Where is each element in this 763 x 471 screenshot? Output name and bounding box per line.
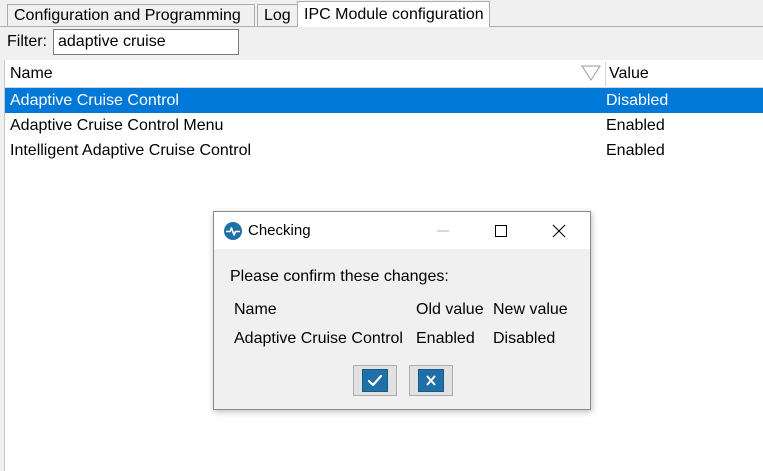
column-header-name[interactable]: Name [10,60,53,87]
confirm-button-face [362,369,388,392]
cancel-button-face [418,369,444,392]
minimize-icon [437,230,449,232]
changes-header-new: New value [493,301,568,318]
change-name: Adaptive Cruise Control [234,330,403,347]
cell-value: Enabled [606,117,665,134]
dialog-titlebar[interactable]: Checking [214,212,590,249]
changes-header-name: Name [234,301,277,318]
tab-bar: Configuration and Programming Log IPC Mo… [0,0,763,27]
cell-value: Enabled [606,142,665,159]
maximize-icon [495,225,507,237]
table-row[interactable]: Adaptive Cruise Control Menu Enabled [5,113,763,138]
close-icon [552,224,566,238]
changes-header-old: Old value [416,301,484,318]
tab-log[interactable]: Log [257,4,298,26]
cancel-button[interactable] [409,365,453,396]
tab-label: IPC Module configuration [304,6,484,23]
tab-label: Log [264,7,291,24]
cell-name: Adaptive Cruise Control [10,92,179,109]
filter-input[interactable] [53,29,239,55]
tab-ipc-module-configuration[interactable]: IPC Module configuration [297,1,490,27]
change-new-value: Disabled [493,330,556,347]
dialog-message: Please confirm these changes: [230,268,449,285]
close-button[interactable] [536,212,582,249]
table-row[interactable]: Intelligent Adaptive Cruise Control Enab… [5,138,763,163]
cell-name: Adaptive Cruise Control Menu [10,117,224,134]
pulse-icon [224,222,242,240]
table-header: Name Value [5,60,763,88]
dialog-title: Checking [248,222,311,239]
tab-label: Configuration and Programming [14,7,241,24]
change-old-value: Enabled [416,330,475,347]
column-header-value[interactable]: Value [609,60,649,87]
check-icon [367,374,383,387]
cell-value: Disabled [606,92,669,109]
confirm-button[interactable] [353,365,397,396]
minimize-button[interactable] [420,212,466,249]
x-icon [426,375,436,386]
tab-configuration-programming[interactable]: Configuration and Programming [7,4,255,26]
table-row[interactable]: Adaptive Cruise Control Disabled [5,88,763,113]
maximize-button[interactable] [478,212,524,249]
column-separator[interactable] [605,62,606,86]
sort-down-icon[interactable] [581,65,601,81]
filter-label: Filter: [7,33,47,50]
cell-name: Intelligent Adaptive Cruise Control [10,142,252,159]
confirm-dialog: Checking Please confirm these changes: N… [213,211,591,410]
